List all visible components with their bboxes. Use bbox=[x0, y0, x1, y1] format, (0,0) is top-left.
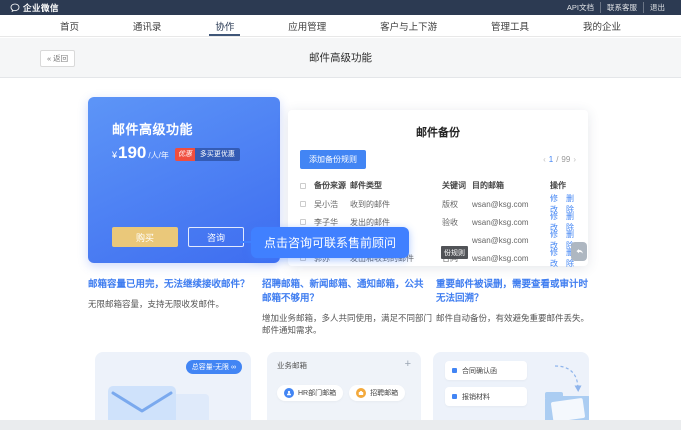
feature-heading: 邮箱容量已用完，无法继续接收邮件？ bbox=[88, 278, 258, 292]
nav-item-my-company[interactable]: 我的企业 bbox=[581, 15, 623, 36]
bottom-gray-strip bbox=[0, 420, 681, 430]
capacity-badge: 总容量-无限 ∞ bbox=[186, 360, 242, 374]
feature-business-mailbox: 招聘邮箱、新闻邮箱、通知邮箱，公共邮箱不够用？ 增加业务邮箱，多人共同使用，满足… bbox=[262, 278, 432, 336]
mailbox-pill-label: 招聘邮箱 bbox=[370, 388, 398, 398]
page-separator: / bbox=[556, 155, 558, 164]
feature-body: 增加业务邮箱，多人共同使用，满足不同部门邮件通知需求。 bbox=[262, 312, 432, 337]
nav-item-customers[interactable]: 客户与上下游 bbox=[378, 15, 439, 36]
person-icon bbox=[284, 388, 294, 398]
cell-type: 发出的邮件 bbox=[350, 217, 442, 228]
current-page: 1 bbox=[549, 155, 553, 164]
cell-source: 吴小浩 bbox=[314, 199, 350, 210]
price-unit: /人/年 bbox=[148, 150, 168, 161]
backup-item-expense: 报销材料 bbox=[445, 387, 527, 406]
consult-button[interactable]: 咨询 bbox=[188, 227, 244, 247]
nav-item-app-management[interactable]: 应用管理 bbox=[286, 15, 328, 36]
nav-item-contacts[interactable]: 通讯录 bbox=[131, 15, 164, 36]
mailbox-pill-label: HR部门邮箱 bbox=[298, 388, 336, 398]
row-checkbox[interactable] bbox=[300, 201, 306, 207]
cell-target: wsan@ksg.com bbox=[472, 200, 550, 209]
primary-nav: 首页 通讯录 协作 应用管理 客户与上下游 管理工具 我的企业 bbox=[0, 15, 681, 37]
mailbox-pills: HR部门邮箱 招聘邮箱 bbox=[277, 385, 411, 401]
consult-tooltip: 点击咨询可联系售前顾问 bbox=[251, 227, 409, 258]
discount-text: 多买更优惠 bbox=[195, 148, 240, 161]
nav-item-home[interactable]: 首页 bbox=[58, 15, 81, 36]
price-amount: 190 bbox=[118, 143, 146, 163]
feature-body: 无限邮箱容量，支持无限收发邮件。 bbox=[88, 298, 258, 310]
feature-heading: 重要邮件被误删，需要查看或审计时无法回溯？ bbox=[436, 278, 590, 306]
discount-tag: 优惠 bbox=[175, 148, 195, 161]
briefcase-icon bbox=[356, 388, 366, 398]
edit-link[interactable]: 修改 bbox=[550, 247, 560, 269]
nav-item-collaboration[interactable]: 协作 bbox=[213, 15, 236, 36]
auto-backup-card: 合同确认函 报销材料 bbox=[433, 352, 589, 428]
backup-item-label: 报销材料 bbox=[462, 392, 490, 402]
topbar-link-support[interactable]: 联系客服 bbox=[600, 2, 643, 13]
business-mailbox-card: 业务邮箱 + HR部门邮箱 招聘邮箱 bbox=[267, 352, 421, 428]
back-label: 返回 bbox=[53, 53, 68, 64]
table-row: 吴小浩 收到的邮件 版权 wsan@ksg.com 修改删除 bbox=[300, 193, 576, 211]
brand-logo[interactable]: 企业微信 bbox=[10, 2, 59, 14]
cell-source: 李子华 bbox=[314, 217, 350, 228]
currency-symbol: ¥ bbox=[112, 150, 117, 160]
back-arrow-icon: « bbox=[47, 54, 51, 63]
topbar-link-api-docs[interactable]: API文档 bbox=[561, 2, 600, 13]
add-backup-rule-button[interactable]: 添加备份规则 bbox=[300, 150, 366, 169]
feature-capacity: 邮箱容量已用完，无法继续接收邮件？ 无限邮箱容量，支持无限收发邮件。 bbox=[88, 278, 258, 310]
backup-toolbar: 添加备份规则 ‹ 1 / 99 › bbox=[300, 150, 576, 169]
page-title: 邮件高级功能 bbox=[309, 50, 372, 65]
col-source: 备份来源 bbox=[314, 180, 350, 191]
select-all-checkbox[interactable] bbox=[300, 183, 306, 189]
nav-item-admin-tools[interactable]: 管理工具 bbox=[489, 15, 531, 36]
page-titlebar: « 返回 邮件高级功能 bbox=[0, 38, 681, 78]
promo-title: 邮件高级功能 bbox=[112, 119, 193, 138]
brand-name: 企业微信 bbox=[23, 2, 59, 14]
col-keyword: 关键词 bbox=[442, 180, 472, 191]
cell-target: wsan@ksg.com bbox=[472, 254, 550, 263]
chat-bubble-icon bbox=[10, 3, 20, 13]
table-header-row: 备份来源 邮件类型 关键词 目的邮箱 操作 bbox=[300, 178, 576, 193]
app-screen: 企业微信 API文档 联系客服 退出 首页 通讯录 协作 应用管理 客户与上下游… bbox=[0, 0, 681, 430]
business-card-title: 业务邮箱 bbox=[277, 360, 307, 371]
backup-item-contract: 合同确认函 bbox=[445, 361, 527, 380]
bullet-icon bbox=[452, 394, 457, 399]
cell-keyword: 验收 bbox=[442, 217, 472, 228]
side-share-widget[interactable] bbox=[571, 242, 587, 261]
price-row: ¥ 190 /人/年 优惠 多买更优惠 bbox=[112, 143, 240, 163]
promo-actions: 购买 咨询 bbox=[112, 227, 244, 247]
feature-heading: 招聘邮箱、新闻邮箱、通知邮箱，公共邮箱不够用？ bbox=[262, 278, 432, 306]
cursor-hover-tip: 份规则 bbox=[441, 246, 468, 259]
cell-type: 收到的邮件 bbox=[350, 199, 442, 210]
topbar-links: API文档 联系客服 退出 bbox=[561, 2, 671, 13]
cell-keyword: 版权 bbox=[442, 199, 472, 210]
col-target: 目的邮箱 bbox=[472, 180, 550, 191]
row-checkbox[interactable] bbox=[300, 219, 306, 225]
topbar: 企业微信 API文档 联系客服 退出 bbox=[0, 0, 681, 15]
bullet-icon bbox=[452, 368, 457, 373]
cell-target: wsan@ksg.com bbox=[472, 236, 550, 245]
prev-page-icon[interactable]: ‹ bbox=[543, 155, 546, 164]
col-type: 邮件类型 bbox=[350, 180, 442, 191]
total-pages: 99 bbox=[561, 155, 570, 164]
cell-target: wsan@ksg.com bbox=[472, 218, 550, 227]
feature-backup: 重要邮件被误删，需要查看或审计时无法回溯？ 邮件自动备份，有效避免重要邮件丢失。 bbox=[436, 278, 590, 324]
back-button[interactable]: « 返回 bbox=[40, 50, 75, 67]
plus-icon[interactable]: + bbox=[405, 360, 411, 368]
next-page-icon[interactable]: › bbox=[573, 155, 576, 164]
backup-card-title: 邮件备份 bbox=[300, 124, 576, 140]
backup-item-label: 合同确认函 bbox=[462, 366, 497, 376]
mailbox-pill-recruit: 招聘邮箱 bbox=[349, 385, 405, 401]
capacity-illustration-card: 总容量-无限 ∞ bbox=[95, 352, 251, 428]
col-action: 操作 bbox=[550, 180, 576, 191]
mailbox-pill-hr: HR部门邮箱 bbox=[277, 385, 343, 401]
topbar-link-logout[interactable]: 退出 bbox=[643, 2, 671, 13]
share-icon bbox=[575, 247, 584, 256]
buy-button[interactable]: 购买 bbox=[112, 227, 178, 247]
pagination: ‹ 1 / 99 › bbox=[543, 155, 576, 164]
business-card-header: 业务邮箱 + bbox=[277, 360, 411, 371]
feature-body: 邮件自动备份，有效避免重要邮件丢失。 bbox=[436, 312, 590, 324]
discount-badge: 优惠 多买更优惠 bbox=[175, 148, 240, 161]
